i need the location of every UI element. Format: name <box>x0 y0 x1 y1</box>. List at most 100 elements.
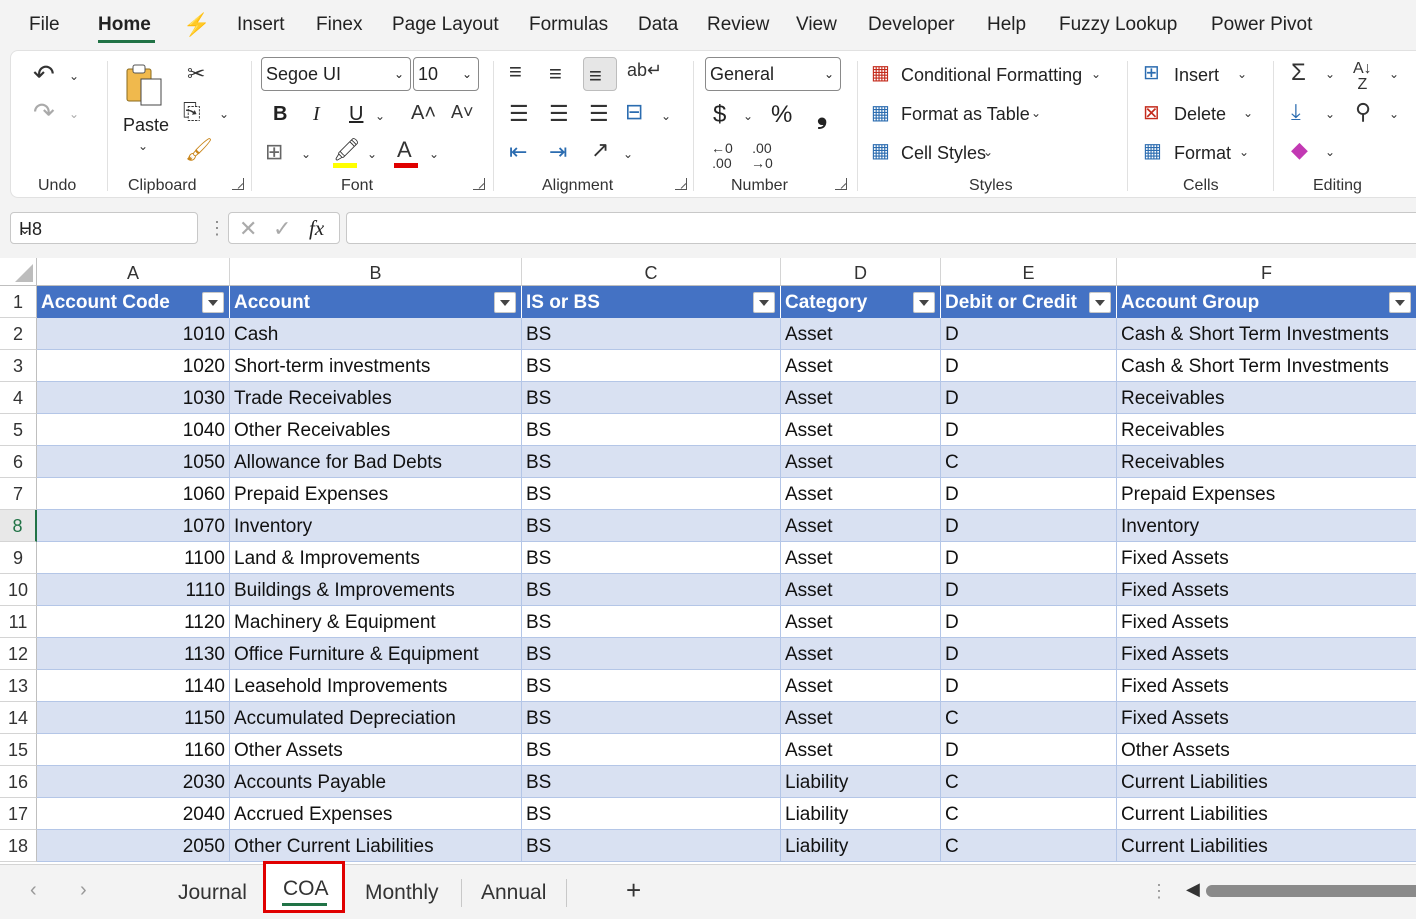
table-header-cell[interactable]: Account Code <box>37 286 230 318</box>
chevron-down-icon[interactable]: ⌄ <box>1091 67 1101 81</box>
increase-decimal-icon[interactable]: ←0.00 <box>711 140 733 172</box>
table-cell[interactable]: D <box>941 510 1117 542</box>
chevron-down-icon[interactable]: ⌄ <box>1237 67 1247 81</box>
increase-font-icon[interactable]: A˄ <box>411 103 436 123</box>
add-sheet-button[interactable]: + <box>626 875 641 906</box>
column-header[interactable]: D <box>781 258 941 286</box>
format-painter-icon[interactable]: 🖌 <box>185 139 213 161</box>
table-cell[interactable]: 1070 <box>37 510 230 542</box>
sort-filter-icon[interactable]: A↓ Z <box>1353 61 1372 93</box>
percent-button[interactable]: % <box>771 101 792 129</box>
autosum-icon[interactable]: Σ <box>1291 61 1306 85</box>
redo-icon[interactable]: ↷ <box>33 99 55 125</box>
table-cell[interactable]: Asset <box>781 414 941 446</box>
currency-button[interactable]: $ <box>713 101 726 129</box>
borders-icon[interactable]: ⊞ <box>265 141 283 163</box>
table-cell[interactable]: 1060 <box>37 478 230 510</box>
tab-home[interactable]: Home <box>98 14 151 36</box>
conditional-formatting-icon[interactable]: ▦ <box>871 63 890 83</box>
table-cell[interactable]: D <box>941 350 1117 382</box>
row-header[interactable]: 6 <box>0 446 37 478</box>
table-cell[interactable]: Cash & Short Term Investments <box>1117 350 1416 382</box>
scroll-right-icon[interactable]: › <box>80 879 87 902</box>
number-launcher-icon[interactable] <box>835 178 847 190</box>
table-cell[interactable]: C <box>941 702 1117 734</box>
fill-dropdown-icon[interactable]: ⌄ <box>1325 107 1335 121</box>
table-header-cell[interactable]: Debit or Credit <box>941 286 1117 318</box>
undo-icon[interactable]: ↶ <box>33 61 55 87</box>
table-cell[interactable]: Office Furniture & Equipment <box>230 638 522 670</box>
table-cell[interactable]: Asset <box>781 478 941 510</box>
column-header[interactable]: C <box>522 258 781 286</box>
table-header-cell[interactable]: IS or BS <box>522 286 781 318</box>
scroll-left-arrow-icon[interactable]: ◀ <box>1186 879 1200 900</box>
table-cell[interactable]: BS <box>522 798 781 830</box>
table-cell[interactable]: Receivables <box>1117 414 1416 446</box>
table-cell[interactable]: D <box>941 670 1117 702</box>
table-cell[interactable]: Accounts Payable <box>230 766 522 798</box>
comma-button[interactable]: ❟ <box>817 99 827 131</box>
delete-cells-button[interactable]: Delete <box>1174 104 1226 125</box>
table-cell[interactable]: 1030 <box>37 382 230 414</box>
table-cell[interactable]: BS <box>522 510 781 542</box>
table-cell[interactable]: Accrued Expenses <box>230 798 522 830</box>
row-header[interactable]: 5 <box>0 414 37 446</box>
row-header[interactable]: 17 <box>0 798 37 830</box>
tab-developer[interactable]: Developer <box>868 14 955 36</box>
table-cell[interactable]: 1010 <box>37 318 230 350</box>
align-left-icon[interactable]: ☰ <box>509 103 529 125</box>
underline-button[interactable]: U <box>349 103 363 126</box>
table-cell[interactable]: 2050 <box>37 830 230 862</box>
column-header[interactable]: F <box>1117 258 1416 286</box>
row-header[interactable]: 8 <box>0 510 37 542</box>
row-header[interactable]: 13 <box>0 670 37 702</box>
format-as-table-button[interactable]: Format as Table <box>901 104 1030 125</box>
table-cell[interactable]: 1130 <box>37 638 230 670</box>
sort-filter-dropdown-icon[interactable]: ⌄ <box>1389 67 1399 81</box>
table-cell[interactable]: Liability <box>781 798 941 830</box>
copy-dropdown-icon[interactable]: ⌄ <box>219 107 229 121</box>
decrease-font-icon[interactable]: A˅ <box>451 103 474 121</box>
number-format-select[interactable]: General ⌄ <box>705 57 841 91</box>
table-cell[interactable]: BS <box>522 830 781 862</box>
insert-cells-icon[interactable]: ⊞ <box>1143 63 1160 83</box>
tab-fuzzy-lookup[interactable]: Fuzzy Lookup <box>1059 14 1177 36</box>
format-cells-button[interactable]: Format <box>1174 143 1231 164</box>
orientation-dropdown-icon[interactable]: ⌄ <box>623 147 633 161</box>
table-header-cell[interactable]: Category <box>781 286 941 318</box>
autosum-dropdown-icon[interactable]: ⌄ <box>1325 67 1335 81</box>
tab-formulas[interactable]: Formulas <box>529 14 608 36</box>
alignment-launcher-icon[interactable] <box>675 178 687 190</box>
align-center-icon[interactable]: ☰ <box>549 103 569 125</box>
undo-dropdown-icon[interactable]: ⌄ <box>69 69 79 83</box>
table-cell[interactable]: Asset <box>781 574 941 606</box>
table-cell[interactable]: D <box>941 638 1117 670</box>
table-cell[interactable]: C <box>941 766 1117 798</box>
merge-center-icon[interactable]: ⊟ <box>625 101 643 123</box>
filter-dropdown-icon[interactable] <box>1389 292 1411 313</box>
table-cell[interactable]: Buildings & Improvements <box>230 574 522 606</box>
table-cell[interactable]: D <box>941 382 1117 414</box>
font-color-dropdown-icon[interactable]: ⌄ <box>429 147 439 161</box>
table-cell[interactable]: Other Receivables <box>230 414 522 446</box>
table-cell[interactable]: Other Assets <box>1117 734 1416 766</box>
row-header[interactable]: 10 <box>0 574 37 606</box>
clipboard-launcher-icon[interactable] <box>232 178 244 190</box>
table-cell[interactable]: 1020 <box>37 350 230 382</box>
table-cell[interactable]: D <box>941 734 1117 766</box>
table-cell[interactable]: Prepaid Expenses <box>1117 478 1416 510</box>
table-cell[interactable]: BS <box>522 414 781 446</box>
worksheet-grid[interactable]: A B C D E F 1 Account Code Account IS or BS Catego… <box>0 258 1416 864</box>
orientation-icon[interactable]: ↗ <box>591 139 609 161</box>
column-header[interactable]: A <box>37 258 230 286</box>
paste-dropdown-icon[interactable]: ⌄ <box>138 139 148 153</box>
delete-cells-icon[interactable]: ⊠ <box>1143 103 1160 123</box>
font-name-select[interactable]: Segoe UI ⌄ <box>261 57 411 91</box>
decrease-decimal-icon[interactable]: .00 →0 <box>751 140 773 172</box>
table-cell[interactable]: 1100 <box>37 542 230 574</box>
table-cell[interactable]: Fixed Assets <box>1117 606 1416 638</box>
fill-color-icon[interactable]: 🖍 <box>333 139 361 161</box>
name-box[interactable]: H8 ⌄ <box>10 212 198 244</box>
paste-icon[interactable] <box>123 63 167 109</box>
drag-handle-icon[interactable]: ⋮ <box>208 218 226 239</box>
